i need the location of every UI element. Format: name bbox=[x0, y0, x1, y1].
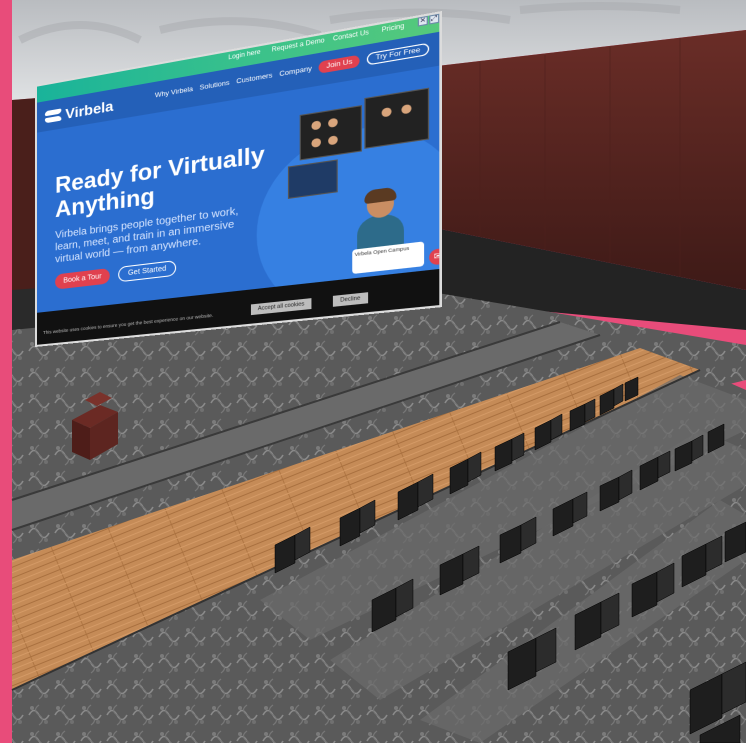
expand-screen-icon[interactable]: ⤢ bbox=[429, 13, 440, 25]
presentation-screen[interactable]: Login here Request a Demo Contact Us Pri… bbox=[35, 10, 442, 385]
virbela-logo-icon bbox=[45, 107, 61, 124]
topbar-request-demo[interactable]: Request a Demo bbox=[272, 38, 325, 54]
accept-cookies-button[interactable]: Accept all cookies bbox=[250, 298, 312, 316]
close-screen-icon[interactable]: ✕ bbox=[417, 15, 428, 27]
topbar-login[interactable]: Login here bbox=[228, 49, 260, 61]
decline-cookies-button[interactable]: Decline bbox=[332, 292, 368, 307]
topbar-contact[interactable]: Contact Us bbox=[333, 30, 369, 43]
topbar-pricing[interactable]: Pricing bbox=[382, 23, 405, 34]
cookie-notice: This website uses cookies to ensure you … bbox=[43, 312, 214, 336]
viewport: Login here Request a Demo Contact Us Pri… bbox=[0, 0, 746, 743]
